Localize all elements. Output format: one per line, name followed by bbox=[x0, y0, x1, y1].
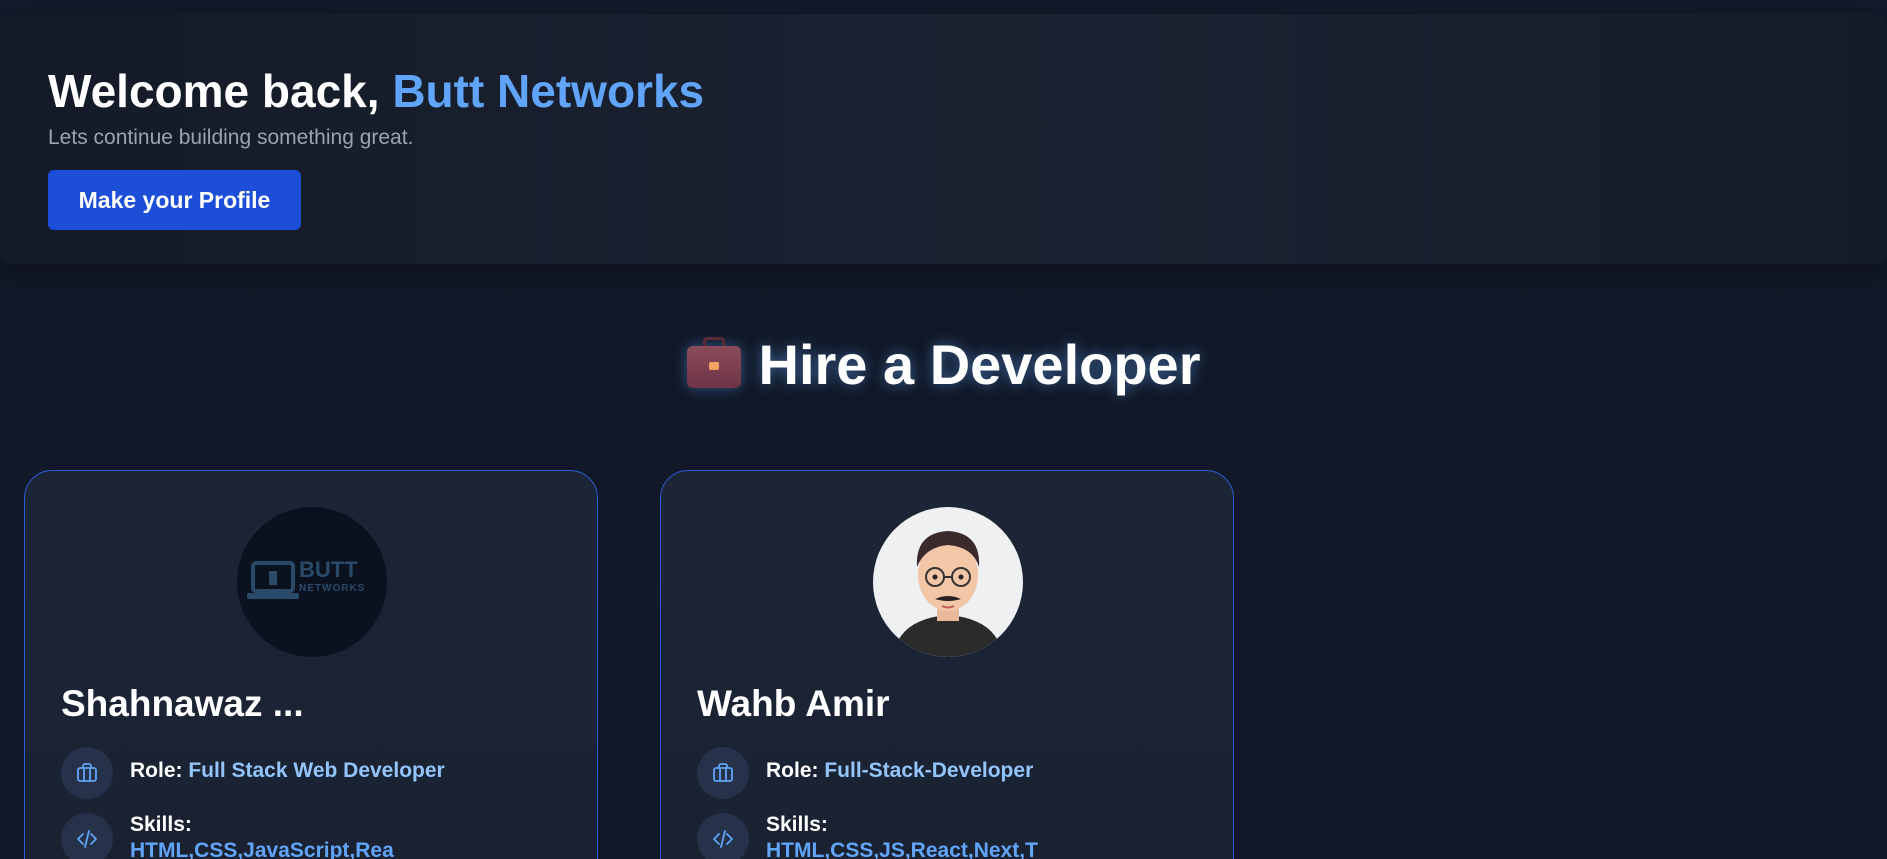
developer-card[interactable]: BUTT NETWORKS Shahnawaz ... Role: Full S… bbox=[24, 470, 598, 859]
skills-value: HTML,CSS,JS,React,Next,T bbox=[766, 839, 1038, 859]
welcome-subtitle: Lets continue building something great. bbox=[48, 126, 414, 149]
briefcase-icon bbox=[713, 763, 733, 782]
portrait-avatar-icon bbox=[893, 531, 1003, 657]
welcome-greeting: Welcome back, bbox=[48, 65, 393, 117]
laptop-logo-icon bbox=[247, 561, 299, 599]
developer-name: Wahb Amir bbox=[697, 683, 890, 724]
avatar-logo-text: BUTT bbox=[299, 557, 358, 582]
role-value: Full Stack Web Developer bbox=[188, 759, 445, 782]
avatar: BUTT NETWORKS bbox=[237, 507, 387, 657]
skills-label: Skills: bbox=[130, 813, 192, 836]
section-title: Hire a Developer bbox=[0, 330, 1887, 400]
role-value: Full-Stack-Developer bbox=[824, 759, 1034, 782]
briefcase-icon bbox=[77, 763, 97, 782]
section-title-text: Hire a Developer bbox=[758, 333, 1201, 396]
make-profile-button[interactable]: Make your Profile bbox=[48, 170, 301, 230]
welcome-banner: Welcome back, Butt Networks Lets continu… bbox=[0, 14, 1887, 264]
role-icon-badge bbox=[697, 747, 749, 799]
skills-icon-badge bbox=[697, 813, 749, 859]
welcome-title: Welcome back, Butt Networks bbox=[48, 64, 704, 118]
role-row: Role: Full-Stack-Developer bbox=[766, 759, 1033, 783]
developer-card[interactable]: Wahb Amir Role: Full-Stack-Developer Ski… bbox=[660, 470, 1234, 859]
page: Welcome back, Butt Networks Lets continu… bbox=[0, 0, 1887, 859]
skills-value: HTML,CSS,JavaScript,Rea bbox=[130, 839, 394, 859]
avatar-logo-subtext: NETWORKS bbox=[299, 583, 366, 594]
skills-label: Skills: bbox=[766, 813, 828, 836]
role-label: Role: bbox=[130, 759, 183, 782]
code-icon bbox=[713, 830, 733, 848]
code-icon bbox=[77, 830, 97, 848]
role-row: Role: Full Stack Web Developer bbox=[130, 759, 445, 783]
briefcase-icon bbox=[686, 337, 741, 388]
role-label: Role: bbox=[766, 759, 819, 782]
developer-name: Shahnawaz ... bbox=[61, 683, 304, 724]
role-icon-badge bbox=[61, 747, 113, 799]
skills-icon-badge bbox=[61, 813, 113, 859]
avatar bbox=[873, 507, 1023, 657]
welcome-user-name: Butt Networks bbox=[392, 65, 705, 117]
